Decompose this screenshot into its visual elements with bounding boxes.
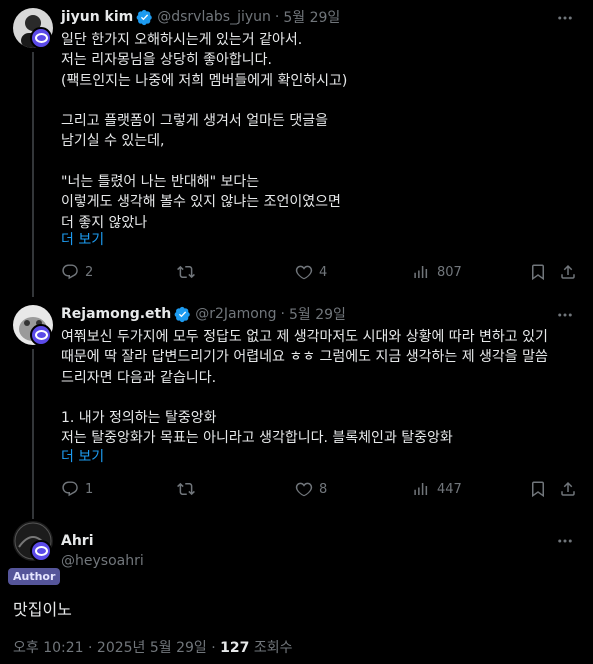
more-options-button[interactable] <box>555 531 575 551</box>
author-handle[interactable]: @r2Jamong <box>195 306 276 322</box>
repost-button[interactable] <box>177 480 195 498</box>
ellipsis-icon <box>558 16 572 20</box>
avatar[interactable] <box>13 8 53 49</box>
tweet-text: 일단 한가지 오해하시는게 있는거 같아서. 저는 리자몽님을 상당히 좋아합니… <box>61 32 348 231</box>
author-name[interactable]: Ahri <box>61 533 94 549</box>
verified-badge-icon <box>174 306 190 322</box>
tweet-date[interactable]: 5월 29일 <box>289 304 346 324</box>
show-more-link[interactable]: 더 보기 <box>61 447 581 467</box>
ellipsis-icon <box>558 539 572 543</box>
bookmark-button[interactable] <box>529 480 547 498</box>
repost-icon <box>177 265 195 279</box>
tweet-meta: 오후 10:21 · 2025년 5월 29일 · 127 조회수 <box>13 637 292 657</box>
share-button[interactable] <box>559 480 577 498</box>
author-handle[interactable]: @heysoahri <box>61 553 144 569</box>
view-count: 447 <box>437 481 462 497</box>
tweet-text: 여쭤보신 두가지에 모두 정답도 없고 제 생각마저도 시대와 상황에 따라 변… <box>61 329 548 447</box>
tweet-actions: 2 4 807 <box>61 263 581 283</box>
repost-button[interactable] <box>177 263 195 281</box>
views-label: 조회수 <box>249 640 293 656</box>
like-count: 4 <box>319 264 328 280</box>
community-badge-icon <box>30 27 52 49</box>
reply-tweet-2[interactable]: Rejamong.eth @r2Jamong · 5월 29일 여쭤보신 두가지… <box>0 297 593 519</box>
bookmark-button[interactable] <box>529 263 547 281</box>
verified-badge-icon <box>136 9 152 25</box>
thread-line <box>32 52 34 297</box>
like-button[interactable]: 4 <box>295 263 327 281</box>
analytics-icon <box>414 266 428 278</box>
reply-tweet-1[interactable]: jiyun kim @dsrvlabs_jiyun · 5월 29일 일단 한가… <box>0 0 593 297</box>
repost-icon <box>177 482 195 496</box>
tweet-date[interactable]: 5월 29일 <box>283 7 340 27</box>
thread-line <box>32 349 34 519</box>
bookmark-icon <box>532 481 544 498</box>
share-button[interactable] <box>559 263 577 281</box>
reply-count: 1 <box>85 481 94 497</box>
analytics-icon <box>414 483 428 495</box>
like-button[interactable]: 8 <box>295 480 327 498</box>
author-name[interactable]: Rejamong.eth <box>61 306 171 322</box>
author-handle[interactable]: @dsrvlabs_jiyun <box>157 9 271 25</box>
show-more-link[interactable]: 더 보기 <box>61 230 581 250</box>
tweet-timestamp[interactable]: 오후 10:21 · 2025년 5월 29일 · <box>13 640 220 656</box>
bookmark-icon <box>532 264 544 281</box>
views-button[interactable]: 807 <box>413 263 462 281</box>
view-count: 807 <box>437 264 462 280</box>
tweet-actions: 1 8 447 <box>61 480 581 500</box>
tweet-header: jiyun kim @dsrvlabs_jiyun · 5월 29일 <box>61 7 341 27</box>
community-badge-icon <box>30 324 52 346</box>
tweet-subheader: @heysoahri <box>61 553 144 569</box>
heart-icon <box>295 265 313 280</box>
views-button[interactable]: 447 <box>413 480 462 498</box>
share-icon <box>561 264 575 279</box>
reply-count: 2 <box>85 264 94 280</box>
author-tag-badge: Author <box>8 568 61 585</box>
reply-icon <box>62 264 78 280</box>
author-name[interactable]: jiyun kim <box>61 9 133 25</box>
reply-button[interactable]: 1 <box>61 480 93 498</box>
like-count: 8 <box>319 481 328 497</box>
more-options-button[interactable] <box>555 305 575 325</box>
reply-icon <box>62 481 78 497</box>
reply-button[interactable]: 2 <box>61 263 93 281</box>
avatar[interactable] <box>13 521 53 562</box>
avatar[interactable] <box>13 305 53 346</box>
more-options-button[interactable] <box>555 8 575 28</box>
community-badge-icon <box>30 540 52 562</box>
heart-icon <box>295 482 313 497</box>
tweet-header: Rejamong.eth @r2Jamong · 5월 29일 <box>61 304 346 324</box>
share-icon <box>561 481 575 496</box>
tweet-header: Ahri <box>61 533 94 549</box>
ellipsis-icon <box>558 313 572 317</box>
view-count: 127 <box>220 640 250 656</box>
tweet-text: 맛집이노 <box>13 600 72 619</box>
